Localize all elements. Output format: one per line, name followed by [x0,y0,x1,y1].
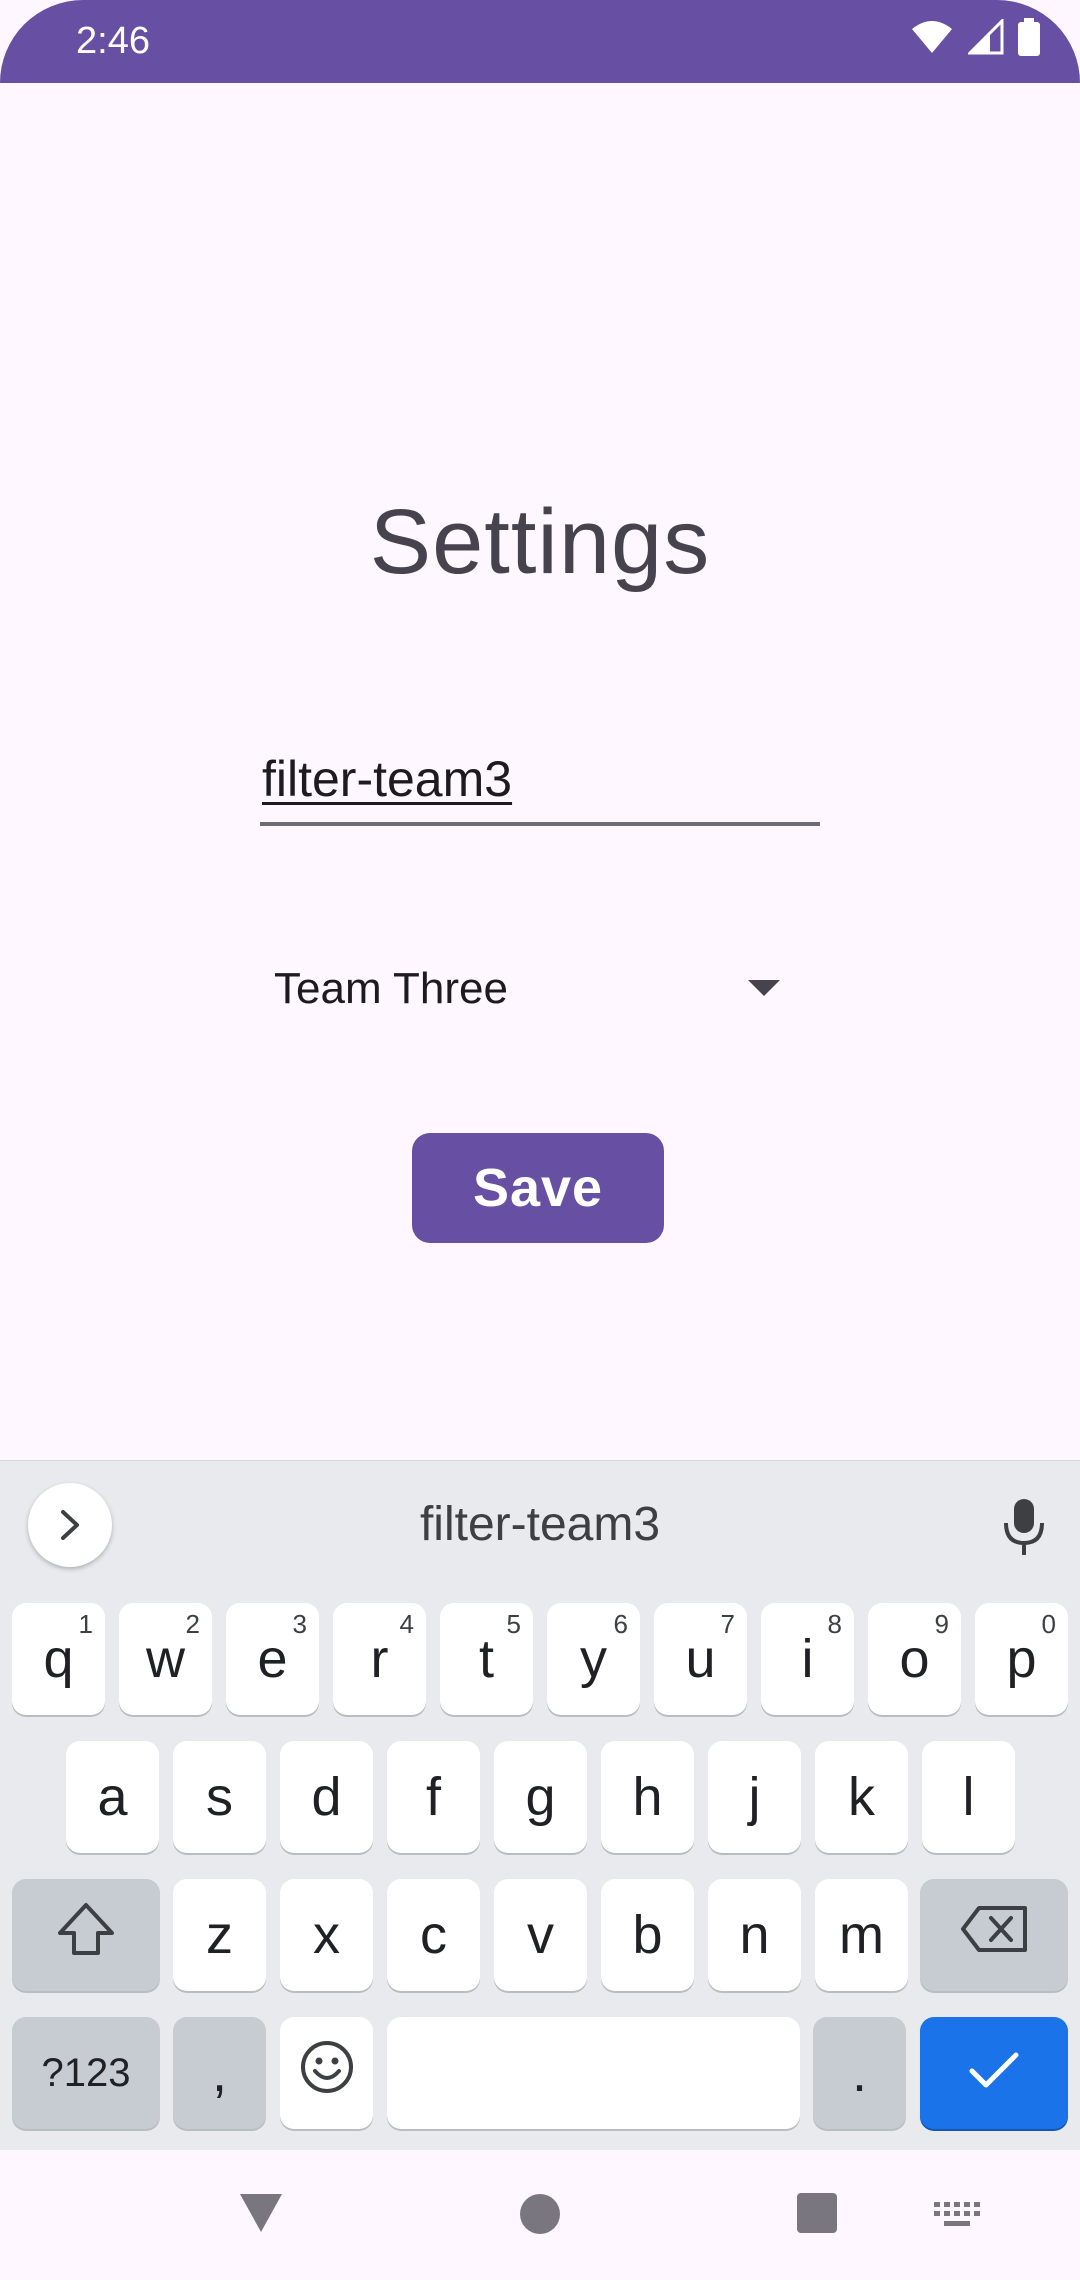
key-x[interactable]: x [280,1879,373,1991]
enter-key[interactable] [920,2017,1068,2129]
dropdown-arrow-icon [748,980,780,1003]
key-o[interactable]: o9 [868,1603,961,1715]
key-p[interactable]: p0 [975,1603,1068,1715]
emoji-icon [299,2039,355,2108]
symbols-key[interactable]: ?123 [12,2017,160,2129]
wifi-icon [910,19,954,55]
comma-key[interactable]: , [173,2017,266,2129]
key-b[interactable]: b [601,1879,694,1991]
back-icon[interactable] [238,2192,284,2239]
key-s[interactable]: s [173,1741,266,1853]
key-d[interactable]: d [280,1741,373,1853]
key-h[interactable]: h [601,1741,694,1853]
key-f[interactable]: f [387,1741,480,1853]
signal-icon [968,19,1004,55]
key-m[interactable]: m [815,1879,908,1991]
key-q[interactable]: q1 [12,1603,105,1715]
checkmark-icon [968,2042,1020,2104]
key-y[interactable]: y6 [547,1603,640,1715]
status-bar: 2:46 [0,0,1080,83]
team-dropdown[interactable]: Team Three [260,950,800,1030]
status-time: 2:46 [76,20,150,62]
battery-icon [1018,18,1040,56]
keyboard-switch-icon[interactable] [934,2202,980,2233]
key-a[interactable]: a [66,1741,159,1853]
key-e[interactable]: e3 [226,1603,319,1715]
period-key[interactable]: . [813,2017,906,2129]
soft-keyboard: filter-team3 q1 w2 e3 r4 t5 y6 u7 i8 o9 … [0,1460,1080,2150]
suggestion-strip: filter-team3 [0,1461,1080,1591]
team-dropdown-value: Team Three [274,964,508,1013]
space-key[interactable] [387,2017,800,2129]
key-k[interactable]: k [815,1741,908,1853]
emoji-key[interactable] [280,2017,373,2129]
shift-key[interactable] [12,1879,160,1991]
key-w[interactable]: w2 [119,1603,212,1715]
save-button[interactable]: Save [412,1133,664,1243]
key-z[interactable]: z [173,1879,266,1991]
backspace-key[interactable] [920,1879,1068,1991]
status-icons [910,18,1040,56]
key-r[interactable]: r4 [333,1603,426,1715]
key-t[interactable]: t5 [440,1603,533,1715]
suggestion-text[interactable]: filter-team3 [0,1497,1080,1552]
key-c[interactable]: c [387,1879,480,1991]
home-icon[interactable] [518,2192,562,2241]
key-v[interactable]: v [494,1879,587,1991]
key-l[interactable]: l [922,1741,1015,1853]
navigation-bar [0,2150,1080,2280]
filter-field-value[interactable]: filter-team3 [262,750,512,808]
key-g[interactable]: g [494,1741,587,1853]
recents-icon[interactable] [796,2192,838,2239]
key-n[interactable]: n [708,1879,801,1991]
mic-icon[interactable] [1000,1497,1048,1562]
backspace-icon [959,1904,1029,1967]
shift-icon [56,1901,116,1970]
filter-text-field[interactable]: filter-team3 [260,740,820,826]
page-title: Settings [369,491,711,593]
key-u[interactable]: u7 [654,1603,747,1715]
key-i[interactable]: i8 [761,1603,854,1715]
key-j[interactable]: j [708,1741,801,1853]
